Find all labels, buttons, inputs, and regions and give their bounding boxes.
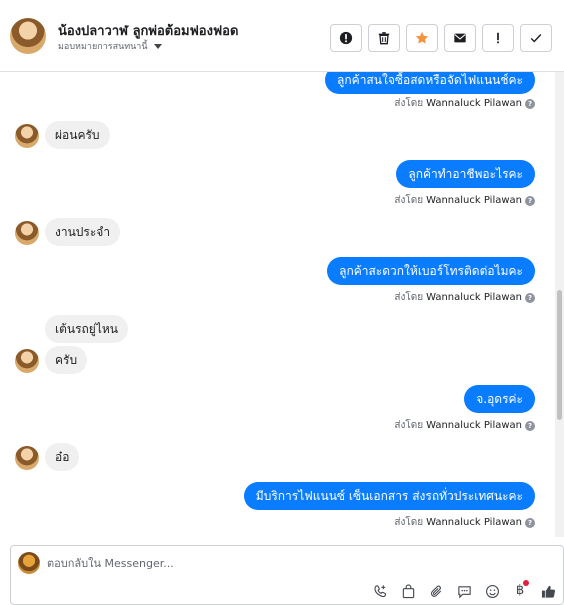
contact-message-avatar: [15, 221, 39, 245]
phone-add-icon: [373, 584, 386, 597]
contact-message-avatar: [15, 349, 39, 373]
emoji-button[interactable]: [483, 582, 501, 600]
question-icon[interactable]: ?: [525, 98, 535, 109]
check-icon: [530, 34, 542, 43]
exclamation-icon: [497, 32, 499, 44]
assign-conversation-dropdown[interactable]: มอบหมายการสนทนานี้: [58, 39, 162, 53]
scrollbar-thumb[interactable]: [557, 290, 562, 420]
trash-icon: [378, 32, 390, 45]
outgoing-message[interactable]: ลูกค้าสนใจซื้อสดหรือจัดไฟแนนช์คะ: [325, 72, 535, 94]
emoji-icon: [485, 584, 499, 598]
attach-button[interactable]: [427, 582, 445, 600]
outgoing-message[interactable]: ลูกค้าทำอาชีพอะไรคะ: [396, 160, 535, 188]
outgoing-message[interactable]: มีบริการไฟแนนซ์ เซ็นเอกสาร ส่งรถทั่วประเ…: [243, 482, 535, 510]
incoming-message[interactable]: เต้นรถยู่ไหน: [45, 315, 128, 343]
envelope-icon: [454, 33, 466, 43]
like-button[interactable]: [539, 582, 557, 600]
contact-message-avatar: [15, 446, 39, 470]
contact-avatar[interactable]: [10, 18, 46, 54]
question-icon[interactable]: ?: [525, 292, 535, 303]
sent-by-line: ส่งโดย Wannaluck Pilawan ?: [394, 290, 535, 305]
payment-button[interactable]: ฿: [511, 580, 529, 600]
star-button[interactable]: [406, 24, 438, 52]
sent-by-label: ส่งโดย: [394, 420, 424, 431]
saved-reply-icon: [457, 585, 471, 598]
contact-name[interactable]: น้องปลาวาฬ ลูกพ่อต้อมฟองฟอด: [58, 20, 238, 41]
question-icon[interactable]: ?: [525, 420, 535, 431]
composer-toolbar: ฿: [371, 580, 557, 600]
question-icon[interactable]: ?: [525, 517, 535, 528]
reply-input[interactable]: [47, 554, 447, 572]
paperclip-icon: [430, 585, 441, 597]
mark-spam-button[interactable]: [330, 24, 362, 52]
sender-name[interactable]: Wannaluck Pilawan: [426, 420, 522, 431]
mark-unread-button[interactable]: [444, 24, 476, 52]
sent-by-label: ส่งโดย: [394, 292, 424, 303]
sent-by-line: ส่งโดย Wannaluck Pilawan ?: [394, 418, 535, 433]
sent-by-label: ส่งโดย: [394, 517, 424, 528]
assign-label: มอบหมายการสนทนานี้: [58, 42, 148, 52]
sent-by-line: ส่งโดย Wannaluck Pilawan ?: [394, 96, 535, 111]
header-actions: [330, 24, 552, 52]
shop-button[interactable]: [399, 582, 417, 600]
sent-by-line: ส่งโดย Wannaluck Pilawan ?: [394, 193, 535, 208]
alert-circle-icon: [339, 31, 353, 45]
sent-by-label: ส่งโดย: [394, 98, 424, 109]
shopping-bag-icon: [402, 583, 414, 598]
question-icon[interactable]: ?: [525, 195, 535, 206]
conversation-header: น้องปลาวาฬ ลูกพ่อต้อมฟองฟอด มอบหมายการสน…: [0, 0, 564, 72]
star-icon: [415, 31, 429, 44]
delete-button[interactable]: [368, 24, 400, 52]
incoming-message[interactable]: อ๋อ: [45, 443, 80, 471]
message-thread: ลูกค้าสนใจซื้อสดหรือจัดไฟแนนช์คะ ส่งโดย …: [0, 72, 555, 537]
outgoing-message[interactable]: จ.อุดรค่ะ: [464, 385, 535, 413]
call-button[interactable]: [371, 582, 389, 600]
caret-down-icon: [153, 43, 162, 49]
sent-by-label: ส่งโดย: [394, 195, 424, 206]
page-avatar: [18, 552, 40, 574]
follow-up-button[interactable]: [482, 24, 514, 52]
sender-name[interactable]: Wannaluck Pilawan: [426, 195, 522, 206]
notification-dot: [523, 580, 529, 586]
outgoing-message[interactable]: ลูกค้าสะดวกให้เบอร์โทรติดต่อไมคะ: [327, 257, 535, 285]
sender-name[interactable]: Wannaluck Pilawan: [426, 98, 522, 109]
incoming-message[interactable]: ผ่อนครับ: [45, 121, 110, 149]
reply-composer: ฿: [10, 545, 564, 605]
sender-name[interactable]: Wannaluck Pilawan: [426, 517, 522, 528]
incoming-message[interactable]: งานประจำ: [45, 218, 121, 246]
saved-replies-button[interactable]: [455, 582, 473, 600]
sent-by-line: ส่งโดย Wannaluck Pilawan ?: [394, 515, 535, 530]
mark-done-button[interactable]: [520, 24, 552, 52]
contact-message-avatar: [15, 124, 39, 148]
like-icon: [541, 585, 555, 598]
sender-name[interactable]: Wannaluck Pilawan: [426, 292, 522, 303]
incoming-message[interactable]: ครับ: [45, 346, 88, 374]
